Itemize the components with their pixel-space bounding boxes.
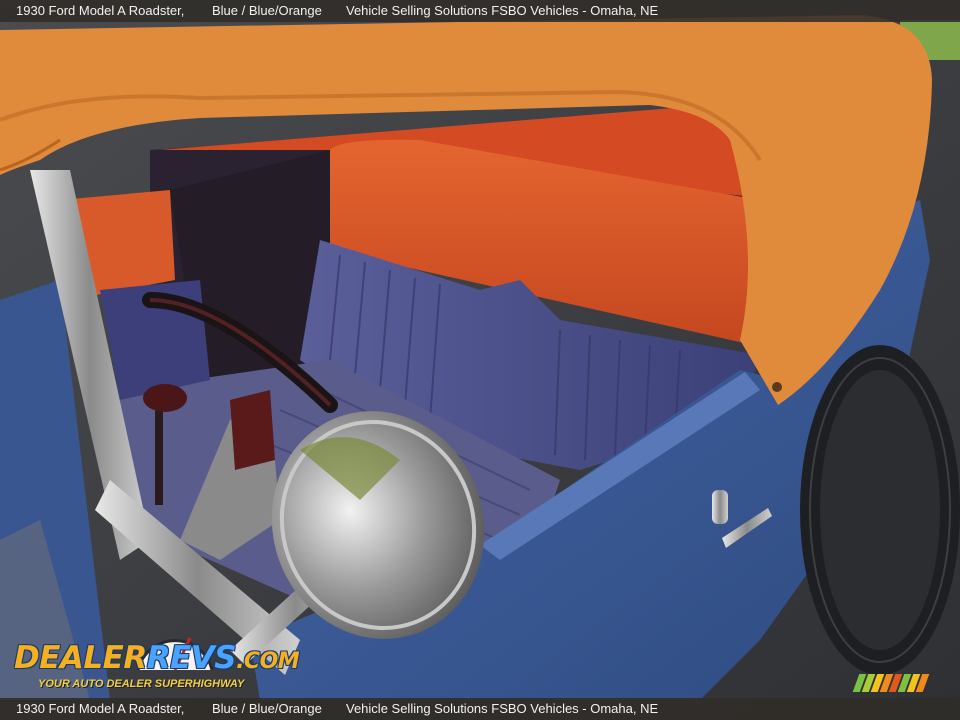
header-caption-bar: 1930 Ford Model A Roadster, Blue / Blue/… [0, 0, 960, 22]
watermark-brand: DEALERREVS.COM [14, 640, 300, 676]
vehicle-color-footer: Blue / Blue/Orange [212, 701, 322, 716]
vehicle-color: Blue / Blue/Orange [212, 3, 322, 18]
footer-caption-bar: 1930 Ford Model A Roadster, Blue / Blue/… [0, 698, 960, 720]
roadster-interior-photo [0, 0, 960, 720]
dealer-name: Vehicle Selling Solutions FSBO Vehicles … [346, 3, 659, 18]
vehicle-photo [0, 0, 960, 720]
vehicle-title-footer: 1930 Ford Model A Roadster, [16, 701, 185, 716]
watermark-tagline: YOUR AUTO DEALER SUPERHIGHWAY [38, 678, 245, 690]
dealerrevs-watermark: DEALERREVS.COM YOUR AUTO DEALER SUPERHIG… [12, 624, 300, 696]
vehicle-title: 1930 Ford Model A Roadster, [16, 3, 185, 18]
dealer-name-footer: Vehicle Selling Solutions FSBO Vehicles … [346, 701, 659, 716]
stripe-logo [852, 674, 932, 692]
